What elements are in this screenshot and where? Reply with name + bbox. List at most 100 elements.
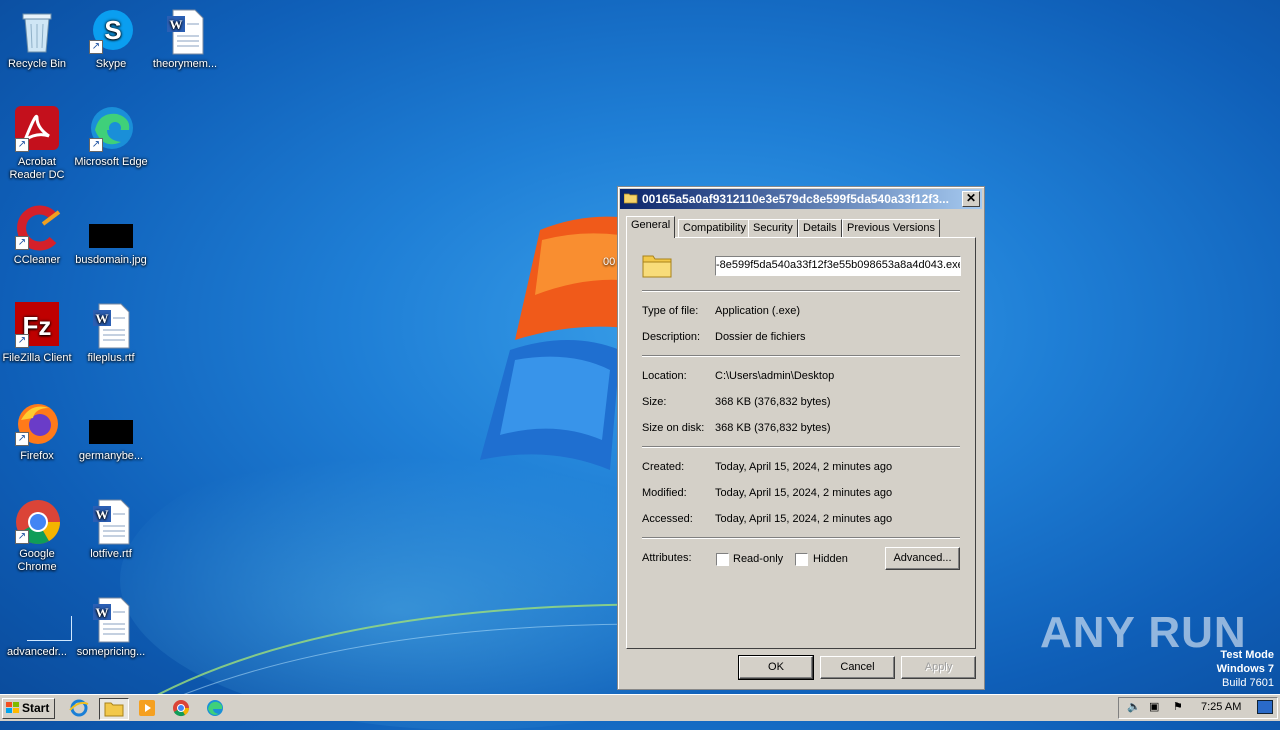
advanced-button[interactable]: Advanced... [885,547,960,570]
dialog-titlebar[interactable]: 00165a5a0af9312110e3e579dc8e599f5da540a3… [620,189,982,209]
acrobat-icon: ↗ [13,106,61,154]
size-on-disk-label: Size on disk: [642,422,705,434]
word-document-icon: W [87,498,135,546]
desktop-icon-label: advancedr... [7,646,67,658]
shortcut-arrow-icon: ↗ [15,236,29,250]
divider [642,446,960,448]
close-button[interactable]: ✕ [962,191,980,207]
edge-icon[interactable] [204,698,226,718]
image-file-icon [87,400,135,448]
desktop-icon-label: CCleaner [13,254,61,266]
apply-button[interactable]: Apply [901,656,976,679]
desktop-icon-acrobat[interactable]: ↗ Acrobat Reader DC [0,106,74,182]
word-document-icon: W [87,596,135,644]
shortcut-arrow-icon: ↗ [15,334,29,348]
show-desktop-icon[interactable] [1257,700,1273,714]
tab-previous-versions[interactable]: Previous Versions [842,219,941,238]
created-label: Created: [642,461,685,473]
divider [642,290,960,292]
tab-general[interactable]: General [626,216,676,238]
desktop-icon-label: FileZilla Client [2,352,72,364]
system-tray: 🔈 ▣ ⚑ 7:25 AM [1118,697,1278,719]
desktop-icon-filezilla[interactable]: Fz ↗ FileZilla Client [0,302,74,365]
blank-file-icon [13,596,72,644]
general-panel: -8e599f5da540a33f12f3e55b098653a8a4d043.… [626,237,976,649]
desktop-icon-label: Firefox [20,450,54,462]
desktop-icon-label: somepricing... [76,646,146,658]
tab-compatibility[interactable]: Compatibility [678,219,751,238]
word-document-icon: W [87,302,135,350]
attributes-label: Attributes: [642,552,692,564]
desktop-icon-label: lotfive.rtf [90,548,132,560]
taskbar: Start 🔈 ▣ ⚑ 7:25 AM [0,694,1280,721]
location-label: Location: [642,370,687,382]
description-label: Description: [642,331,701,343]
desktop-icon-edge[interactable]: ↗ Microsoft Edge [74,106,148,169]
desktop-icon-skype[interactable]: S ↗ Skype [74,8,148,71]
desktop-icon-chrome[interactable]: ↗ Google Chrome [0,498,74,574]
svg-text:S: S [104,15,121,45]
size-value: 368 KB (376,832 bytes) [715,396,831,408]
ccleaner-icon: ↗ [13,204,61,252]
type-label: Type of file: [642,305,699,317]
size-on-disk-value: 368 KB (376,832 bytes) [715,422,831,434]
explorer-folder-icon[interactable] [99,698,129,720]
size-label: Size: [642,396,667,408]
svg-text:W: W [96,507,109,522]
dialog-title: 00165a5a0af9312110e3e579dc8e599f5da540a3… [642,192,949,206]
desktop-icon-ccleaner[interactable]: ↗ CCleaner [0,204,74,267]
desktop-icon-fileplus[interactable]: W fileplus.rtf [74,302,148,365]
accessed-label: Accessed: [642,513,693,525]
chrome-icon[interactable] [170,698,192,718]
skype-icon: S ↗ [87,8,135,56]
desktop-icon-firefox[interactable]: ↗ Firefox [0,400,74,463]
desktop-icon-label: theorymem... [152,58,218,70]
start-button[interactable]: Start [2,698,55,719]
edge-icon: ↗ [87,106,135,154]
word-document-icon: W [161,8,209,56]
desktop-icon-label: Recycle Bin [7,58,67,70]
modified-value: Today, April 15, 2024, 2 minutes ago [715,487,893,499]
readonly-checkbox[interactable] [716,553,729,566]
windows-logo-art [480,216,640,470]
clock[interactable]: 7:25 AM [1201,701,1241,713]
desktop-icon-germanybe[interactable]: germanybe... [74,400,148,463]
volume-icon[interactable]: 🔈 [1127,700,1141,713]
filezilla-icon: Fz ↗ [13,302,61,350]
test-mode-line: Test Mode [1220,649,1274,661]
location-value: C:\Users\admin\Desktop [715,370,835,382]
windows-version-line: Windows 7 [1216,663,1274,675]
large-folder-icon [642,255,672,278]
desktop-icon-recycle-bin[interactable]: Recycle Bin [0,8,74,71]
desktop-icon-label: Acrobat Reader DC [9,156,65,181]
filename-field[interactable]: -8e599f5da540a33f12f3e55b098653a8a4d043.… [715,256,961,276]
internet-explorer-icon[interactable] [68,698,90,718]
hidden-label: Hidden [813,553,848,565]
shortcut-arrow-icon: ↗ [15,530,29,544]
cancel-button[interactable]: Cancel [820,656,895,679]
image-file-icon [87,204,135,252]
properties-dialog: 00165a5a0af9312110e3e579dc8e599f5da540a3… [617,186,985,690]
flag-icon[interactable]: ⚑ [1173,700,1183,713]
tab-security[interactable]: Security [748,219,798,238]
media-player-icon[interactable] [136,698,158,718]
svg-text:W: W [96,311,109,326]
svg-text:W: W [170,17,183,32]
desktop-icon-theorymem[interactable]: W theorymem... [148,8,222,71]
firefox-icon: ↗ [13,400,61,448]
created-value: Today, April 15, 2024, 2 minutes ago [715,461,893,473]
desktop-icon-label: fileplus.rtf [87,352,135,364]
description-value: Dossier de fichiers [715,331,806,343]
desktop-icon-lotfive[interactable]: W lotfive.rtf [74,498,148,561]
ok-button[interactable]: OK [738,655,814,680]
desktop-icon-label: germanybe... [78,450,144,462]
desktop-icon-somepricing[interactable]: W somepricing... [74,596,148,659]
shortcut-arrow-icon: ↗ [15,138,29,152]
folder-icon [624,193,638,204]
desktop-icon-busdomain[interactable]: busdomain.jpg [74,204,148,267]
tab-details[interactable]: Details [798,219,842,238]
hidden-checkbox[interactable] [795,553,808,566]
divider [642,355,960,357]
network-icon[interactable]: ▣ [1149,700,1159,713]
desktop-icon-advancedr[interactable]: advancedr... [0,596,74,659]
